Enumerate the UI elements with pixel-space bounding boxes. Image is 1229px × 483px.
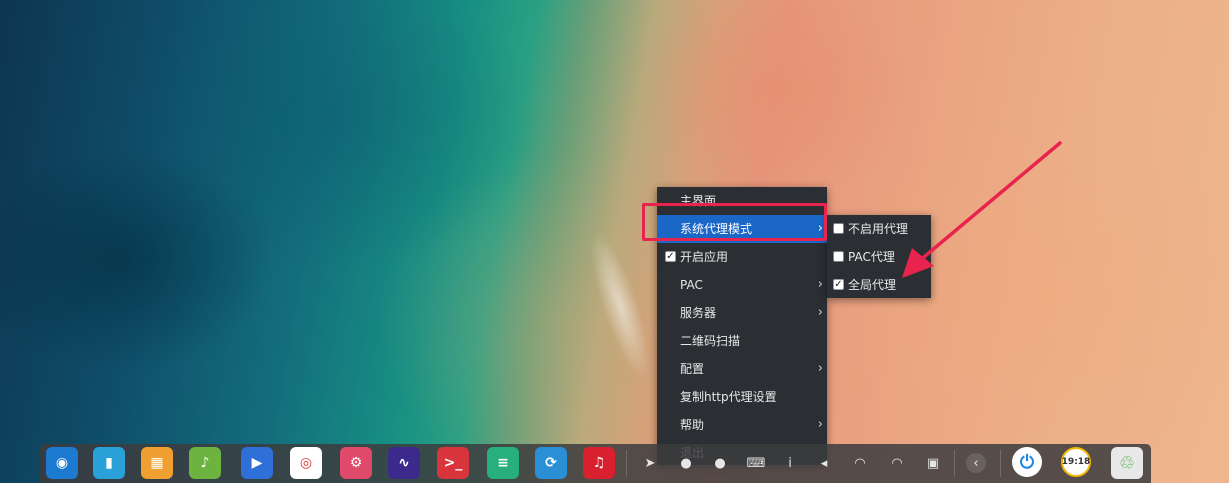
menu-item-label: 开启应用 (680, 250, 729, 264)
menu-item-enable-app[interactable]: ✓ 开启应用 (657, 243, 827, 271)
app-store-glyph: ▦ (150, 455, 164, 471)
checkbox-checked-icon[interactable]: ✓ (833, 279, 844, 290)
chrome-icon[interactable]: ◎ (290, 447, 322, 479)
submenu-arrow-icon: › (817, 361, 823, 376)
terminal-icon[interactable]: >_ (437, 447, 469, 479)
checkbox-unchecked-icon[interactable] (833, 251, 844, 262)
system-monitor-icon[interactable]: ∿ (388, 447, 420, 479)
menu-item-label: 复制http代理设置 (680, 390, 777, 404)
submenu-arrow-icon: › (817, 417, 823, 432)
file-manager-icon[interactable]: ▮ (93, 447, 125, 479)
wifi-glyph: ◠ (891, 455, 903, 471)
battery-glyph: ▣ (926, 455, 940, 471)
network-app-icon[interactable]: ⟳ (535, 447, 567, 479)
input-tray-icon[interactable]: i (780, 453, 800, 473)
battery-tray-icon[interactable]: ▣ (923, 453, 943, 473)
checkbox-checked-icon[interactable]: ✓ (665, 251, 676, 262)
menu-item-pac[interactable]: PAC › (657, 271, 827, 299)
clock-text: 19:18 (1061, 457, 1091, 467)
video-player-glyph: ▶ (251, 455, 263, 471)
chrome-glyph: ◎ (299, 455, 313, 471)
music-player-glyph: ♪ (200, 455, 210, 471)
netease-music-glyph: ♫ (592, 455, 606, 471)
checkbox-unchecked-icon[interactable] (833, 223, 844, 234)
netease-glyph: ● (714, 455, 726, 471)
text-editor-glyph: ≡ (497, 455, 509, 471)
annotation-arrow-icon (902, 141, 1062, 278)
volume-glyph: ◂ (820, 455, 828, 471)
shadowsocks-glyph: ➤ (644, 455, 656, 471)
netease-tray-icon[interactable]: ● (710, 453, 730, 473)
shutdown-icon[interactable]: ⏻ (1012, 447, 1042, 477)
menu-item-label: 帮助 (680, 418, 705, 432)
dock-separator (626, 450, 627, 477)
video-player-icon[interactable]: ▶ (241, 447, 273, 479)
wechat-tray-icon[interactable]: ● (676, 453, 696, 473)
network-app-glyph: ⟳ (545, 455, 557, 471)
wechat-glyph: ● (680, 455, 692, 471)
volume-tray-icon[interactable]: ◂ (814, 453, 834, 473)
dock-separator (954, 450, 955, 477)
menu-item-label: 配置 (680, 362, 705, 376)
keyboard-tray-icon[interactable]: ⌨ (746, 453, 766, 473)
file-manager-glyph: ▮ (105, 455, 113, 471)
wifi-weak-glyph: ◠ (854, 455, 866, 471)
clock-icon[interactable]: 19:18 (1061, 447, 1091, 477)
menu-item-label: PAC (680, 278, 703, 292)
submenu-arrow-icon: › (817, 277, 823, 292)
input-glyph: i (788, 455, 792, 471)
menu-item-servers[interactable]: 服务器 › (657, 299, 827, 327)
wifi-weak-tray-icon[interactable]: ◠ (850, 453, 870, 473)
dock: ◉ ▮ ▦ ♪ ▶ ◎ ⚙ ∿ >_ ≡ ⟳ ♫ ➤ ● ● ⌨ i ◂ ◠ ◠… (40, 444, 1151, 483)
trash-glyph: ♲ (1118, 452, 1136, 474)
collapse-glyph: ‹ (973, 455, 979, 471)
submenu-item-label: 全局代理 (848, 278, 897, 292)
menu-item-label: 二维码扫描 (680, 334, 741, 348)
launcher-icon[interactable]: ◉ (46, 447, 78, 479)
collapse-tray-icon[interactable]: ‹ (966, 453, 986, 473)
menu-item-config[interactable]: 配置 › (657, 355, 827, 383)
system-monitor-glyph: ∿ (398, 455, 410, 471)
menu-item-copy-http-proxy[interactable]: 复制http代理设置 (657, 383, 827, 411)
settings-icon[interactable]: ⚙ (340, 447, 372, 479)
text-editor-icon[interactable]: ≡ (487, 447, 519, 479)
wifi-tray-icon[interactable]: ◠ (887, 453, 907, 473)
terminal-glyph: >_ (443, 455, 463, 471)
keyboard-glyph: ⌨ (746, 455, 766, 471)
menu-item-qr-scan[interactable]: 二维码扫描 (657, 327, 827, 355)
shadowsocks-tray-icon[interactable]: ➤ (640, 453, 660, 473)
netease-music-icon[interactable]: ♫ (583, 447, 615, 479)
music-player-icon[interactable]: ♪ (189, 447, 221, 479)
annotation-highlight-box (642, 203, 827, 241)
settings-glyph: ⚙ (349, 455, 363, 471)
submenu-item-label: PAC代理 (848, 250, 895, 264)
dock-separator (1000, 450, 1001, 477)
submenu-arrow-icon: › (817, 305, 823, 320)
menu-item-help[interactable]: 帮助 › (657, 411, 827, 439)
shutdown-glyph: ⏻ (1019, 451, 1035, 473)
menu-item-label: 服务器 (680, 306, 717, 320)
trash-icon[interactable]: ♲ (1111, 447, 1143, 479)
launcher-glyph: ◉ (55, 455, 69, 471)
app-store-icon[interactable]: ▦ (141, 447, 173, 479)
